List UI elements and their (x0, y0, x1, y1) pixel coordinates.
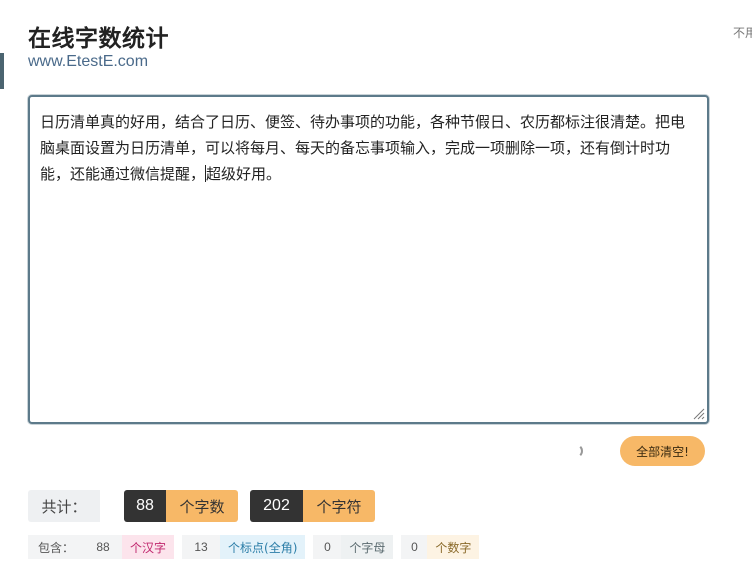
editor-text-after-caret: 超级好用。 (206, 165, 282, 183)
char-count-value: 88 (124, 490, 166, 522)
detail-letter-unit: 个字母 (341, 535, 394, 559)
loading-spinner-icon (569, 444, 583, 458)
detail-spacer (305, 535, 313, 559)
totals-label-spacer (100, 490, 124, 522)
editor-content[interactable]: 日历清单真的好用，结合了日历、便签、待办事项的功能，各种节假日、农历都标注很清楚… (40, 109, 699, 187)
site-title: 在线字数统计 (28, 26, 169, 52)
clear-all-button[interactable]: 全部清空! (620, 436, 705, 466)
page: 在线字数统计 www.EtestE.com 不用 日历清单真的好用，结合了日历、… (0, 0, 752, 563)
detail-hanzi-value: 88 (84, 535, 123, 559)
totals-spacer (238, 490, 250, 522)
text-input-area[interactable]: 日历清单真的好用，结合了日历、便签、待办事项的功能，各种节假日、农历都标注很清楚… (28, 95, 709, 424)
details-breakdown: 包含： 88 个汉字 13 个标点(全角) 0 个字母 0 个数字 (28, 535, 480, 559)
resize-grip-icon[interactable] (691, 406, 705, 420)
symbol-count-value: 202 (250, 490, 303, 522)
totals-summary: 共计： 88 个字数 202 个字符 (28, 490, 375, 522)
detail-punct-value: 13 (182, 535, 221, 559)
details-label: 包含： (28, 535, 85, 559)
char-count-unit: 个字数 (166, 490, 238, 522)
detail-digit-unit: 个数字 (427, 535, 480, 559)
detail-letter-value: 0 (313, 535, 342, 559)
detail-hanzi-unit: 个汉字 (122, 535, 175, 559)
site-url[interactable]: www.EtestE.com (28, 53, 148, 71)
detail-spacer (393, 535, 401, 559)
detail-digit-value: 0 (401, 535, 428, 559)
corner-text: 不用 (733, 26, 752, 40)
detail-spacer (174, 535, 182, 559)
left-accent-bar (0, 53, 4, 89)
detail-punct-unit: 个标点(全角) (220, 535, 306, 559)
symbol-count-unit: 个字符 (303, 490, 375, 522)
totals-label: 共计： (28, 490, 100, 522)
editor-text-before-caret: 日历清单真的好用，结合了日历、便签、待办事项的功能，各种节假日、农历都标注很清楚… (40, 113, 686, 183)
